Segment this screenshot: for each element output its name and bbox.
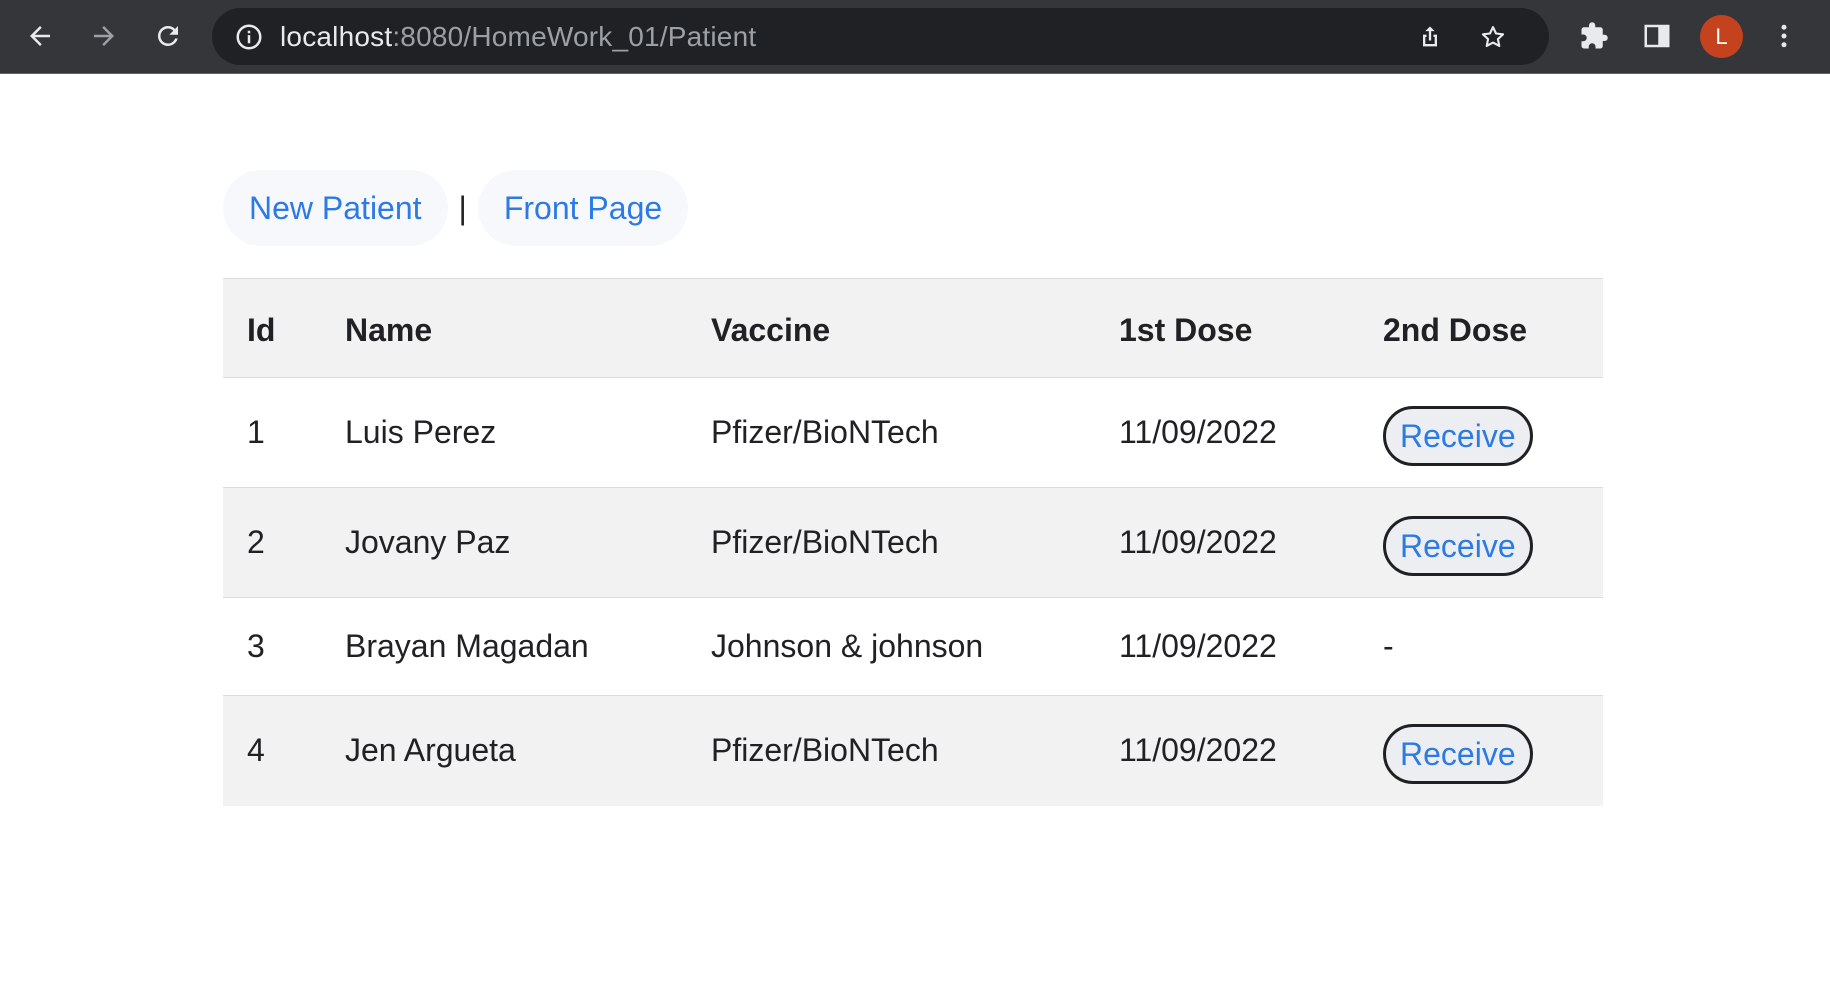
cell-vaccine: Johnson & johnson xyxy=(687,597,1095,696)
cell-first-dose: 11/09/2022 xyxy=(1095,597,1359,696)
cell-id: 2 xyxy=(223,487,321,598)
cell-name: Jen Argueta xyxy=(321,695,687,806)
cell-name: Brayan Magadan xyxy=(321,597,687,696)
forward-button[interactable] xyxy=(81,13,127,59)
back-arrow-icon xyxy=(30,26,50,46)
new-patient-link[interactable]: New Patient xyxy=(223,170,448,246)
cell-second-dose: - xyxy=(1359,597,1603,696)
cell-first-dose: 11/09/2022 xyxy=(1095,487,1359,598)
extensions-button[interactable] xyxy=(1573,15,1615,57)
receive-button[interactable]: Receive xyxy=(1383,405,1533,466)
back-button[interactable] xyxy=(17,13,63,59)
receive-button[interactable]: Receive xyxy=(1383,515,1533,576)
front-page-link[interactable]: Front Page xyxy=(477,170,689,246)
url-path: :8080/HomeWork_01/Patient xyxy=(392,21,757,52)
chrome-menu-button[interactable] xyxy=(1763,15,1805,57)
cell-id: 4 xyxy=(223,695,321,806)
table-header-row: Id Name Vaccine 1st Dose 2nd Dose xyxy=(223,278,1603,378)
receive-button[interactable]: Receive xyxy=(1383,723,1533,784)
table-row: 4 Jen Argueta Pfizer/BioNTech 11/09/2022… xyxy=(223,695,1603,806)
browser-toolbar: localhost:8080/HomeWork_01/Patient L xyxy=(0,0,1830,74)
header-id: Id xyxy=(223,278,321,378)
header-vaccine: Vaccine xyxy=(687,278,1095,378)
cell-first-dose: 11/09/2022 xyxy=(1095,695,1359,806)
cell-name: Jovany Paz xyxy=(321,487,687,598)
cell-vaccine: Pfizer/BioNTech xyxy=(687,487,1095,598)
address-bar[interactable]: localhost:8080/HomeWork_01/Patient xyxy=(212,8,1549,65)
cell-id: 3 xyxy=(223,597,321,696)
nav-separator: | xyxy=(458,190,467,226)
cell-vaccine: Pfizer/BioNTech xyxy=(687,695,1095,806)
url-text[interactable]: localhost:8080/HomeWork_01/Patient xyxy=(280,8,756,65)
bookmark-button[interactable] xyxy=(1474,18,1512,56)
cell-name: Luis Perez xyxy=(321,377,687,488)
reload-icon xyxy=(157,25,178,46)
header-second-dose: 2nd Dose xyxy=(1359,278,1603,378)
extensions-icon xyxy=(1581,22,1608,49)
cell-second-dose: Receive xyxy=(1359,377,1603,488)
cell-second-dose: Receive xyxy=(1359,487,1603,598)
header-name: Name xyxy=(321,278,687,378)
share-icon xyxy=(1423,26,1437,47)
cell-id: 1 xyxy=(223,377,321,488)
forward-arrow-icon xyxy=(94,26,114,46)
header-first-dose: 1st Dose xyxy=(1095,278,1359,378)
cell-first-dose: 11/09/2022 xyxy=(1095,377,1359,488)
info-icon[interactable] xyxy=(234,22,264,52)
side-panel-icon xyxy=(1644,24,1670,48)
page-nav: New Patient | Front Page xyxy=(223,170,689,246)
reload-button[interactable] xyxy=(145,13,191,59)
table-row: 1 Luis Perez Pfizer/BioNTech 11/09/2022 … xyxy=(223,377,1603,488)
url-host: localhost xyxy=(280,21,393,52)
kebab-menu-icon xyxy=(1781,24,1787,48)
table-row: 2 Jovany Paz Pfizer/BioNTech 11/09/2022 … xyxy=(223,487,1603,598)
cell-second-dose: Receive xyxy=(1359,695,1603,806)
patients-table: Id Name Vaccine 1st Dose 2nd Dose 1 Luis… xyxy=(223,278,1603,806)
table-row: 3 Brayan Magadan Johnson & johnson 11/09… xyxy=(223,597,1603,696)
star-icon xyxy=(1481,26,1505,48)
share-button[interactable] xyxy=(1411,18,1449,56)
cell-vaccine: Pfizer/BioNTech xyxy=(687,377,1095,488)
side-panel-button[interactable] xyxy=(1636,15,1678,57)
profile-avatar[interactable]: L xyxy=(1700,15,1743,58)
